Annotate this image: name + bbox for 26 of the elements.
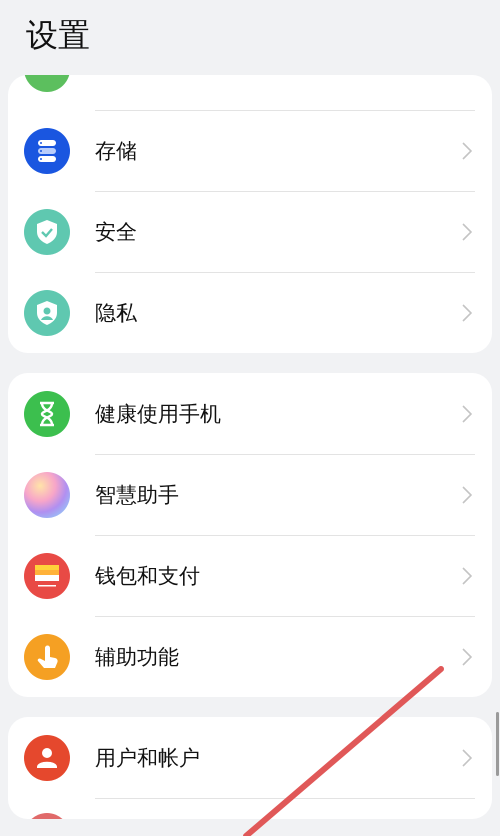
chevron-right-icon <box>462 748 472 766</box>
settings-row[interactable]: 钱包和支付 <box>8 535 492 616</box>
chevron-right-icon <box>462 222 472 240</box>
chevron-right-icon <box>462 404 472 422</box>
settings-row[interactable]: 健康使用手机 <box>8 373 492 454</box>
row-label: 存储 <box>95 138 138 164</box>
settings-row[interactable]: 存储 <box>8 110 492 191</box>
settings-row[interactable]: 用户和帐户 <box>8 717 492 798</box>
chevron-right-icon <box>462 566 472 584</box>
page-title: 设置 <box>26 15 90 56</box>
chevron-right-icon <box>462 142 472 160</box>
settings-row[interactable]: 隐私 <box>8 272 492 353</box>
row-label: 辅助功能 <box>95 644 180 670</box>
scrollbar <box>496 712 499 776</box>
settings-row[interactable]: 智慧助手 <box>8 454 492 535</box>
chevron-right-icon <box>462 486 472 504</box>
row-label: 健康使用手机 <box>95 400 222 428</box>
settings-row[interactable]: 安全 <box>8 191 492 272</box>
chevron-right-icon <box>462 648 472 666</box>
row-label: 隐私 <box>95 300 138 326</box>
row-label: 钱包和支付 <box>95 562 201 590</box>
row-label: 安全 <box>95 218 138 246</box>
chevron-right-icon <box>462 304 472 322</box>
row-label: 用户和帐户 <box>95 744 201 772</box>
row-label: 智慧助手 <box>95 482 180 508</box>
settings-row[interactable]: 辅助功能 <box>8 616 492 697</box>
